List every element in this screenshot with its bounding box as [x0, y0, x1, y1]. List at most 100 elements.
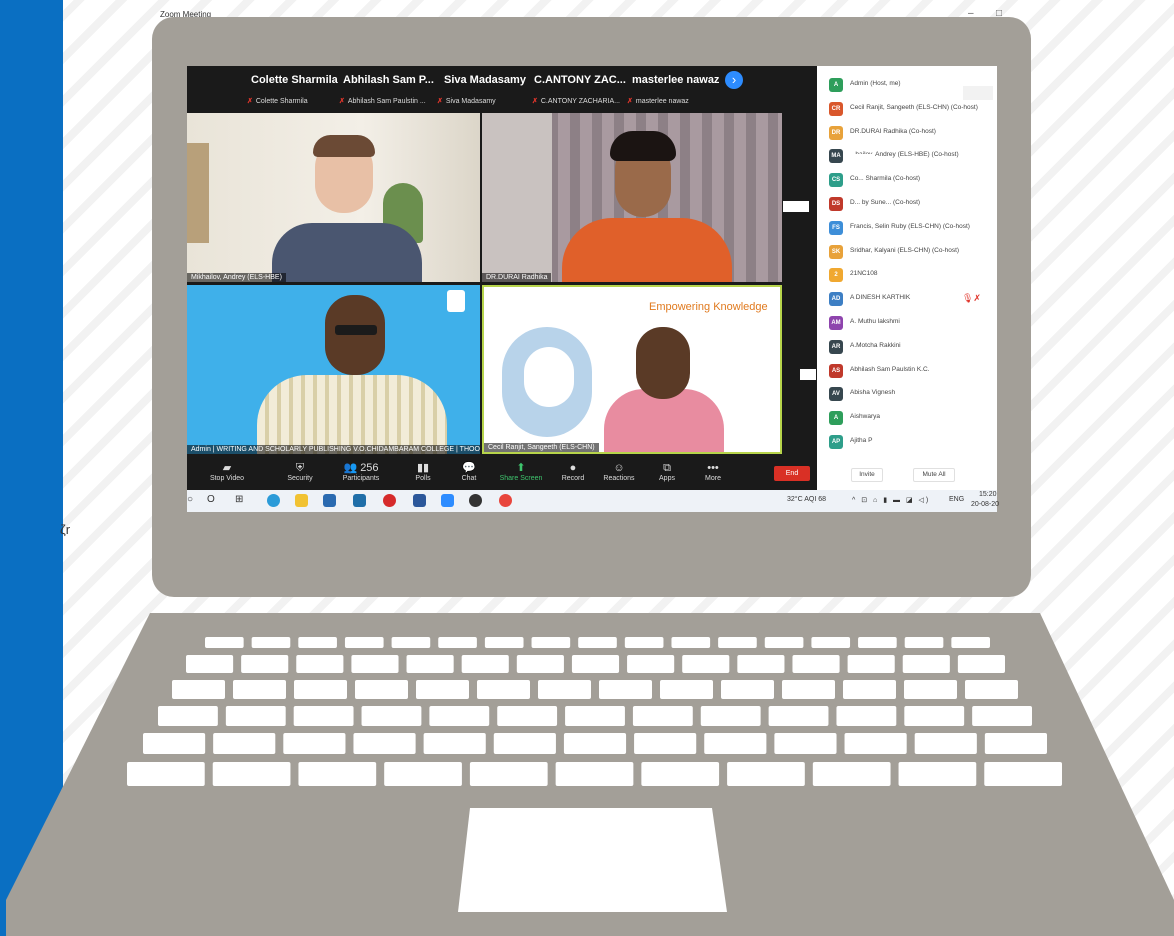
participant-row[interactable]: AV Abisha Vignesh — [829, 386, 994, 404]
video-tile-3[interactable]: Admin | WRITING AND SCHOLARLY PUBLISHING… — [187, 285, 480, 454]
tile-3-label: Admin | WRITING AND SCHOLARLY PUBLISHING… — [187, 445, 480, 454]
keyboard-key — [172, 680, 225, 699]
participant-row[interactable]: AR A.Motcha Rakkini — [829, 339, 994, 357]
participant-row[interactable]: AP Ajitha P — [829, 434, 994, 452]
participant-row[interactable]: AS Abhilash Sam Paulstin K.C. — [829, 363, 994, 381]
participant-row[interactable]: FS Francis, Selin Ruby (ELS-CHN) (Co-host… — [829, 220, 994, 238]
cortana-icon[interactable]: O — [207, 494, 220, 507]
participant-row[interactable]: SK Sridhar, Kalyani (ELS-CHN) (Co-host) — [829, 244, 994, 262]
mail-icon[interactable] — [323, 494, 336, 507]
keyboard-key — [353, 733, 416, 754]
gallery-name-3[interactable]: Siva Madasamy — [444, 74, 526, 86]
video-tile-2[interactable]: DR.DURAI Radhika — [482, 113, 782, 282]
redaction — [783, 201, 809, 212]
avatar: AD — [829, 292, 843, 307]
record-button[interactable]: ● Record — [549, 461, 597, 482]
keyboard-key — [682, 655, 730, 673]
polls-button[interactable]: ▮▮ Polls — [399, 461, 447, 482]
keyboard-key — [858, 637, 897, 648]
invite-button[interactable]: Invite — [851, 468, 883, 482]
zoom-screen: Colette Sharmila Abhilash Sam P... Siva … — [187, 66, 817, 490]
keyboard-key — [283, 733, 346, 754]
participant-name: DR.DURAI Radhika (Co-host) — [850, 127, 936, 135]
mute-all-button[interactable]: Mute All — [913, 468, 955, 482]
participants-button[interactable]: 👥 256 Participants — [337, 461, 385, 482]
participant-row[interactable]: CR Cecil Ranjit, Sangeeth (ELS-CHN) (Co-h… — [829, 101, 994, 119]
keyboard-key — [902, 655, 950, 673]
keyboard-key — [497, 706, 558, 726]
keyboard-key — [565, 706, 625, 726]
chat-button[interactable]: 💬 Chat — [445, 461, 493, 482]
more-icon: ••• — [707, 462, 719, 474]
redaction — [849, 154, 875, 164]
reactions-button[interactable]: ☺ Reactions — [595, 461, 643, 482]
keyboard — [127, 637, 1062, 786]
keyboard-key — [774, 733, 837, 754]
keyboard-key — [516, 655, 564, 673]
avatar: MA — [829, 149, 843, 164]
glasses — [335, 325, 377, 335]
gallery-name-2[interactable]: Abhilash Sam P... — [343, 74, 434, 86]
participant-row[interactable]: CS Co... Sharmila (Co-host) — [829, 172, 994, 190]
chrome-icon[interactable] — [499, 494, 512, 507]
participant-name: Cecil Ranjit, Sangeeth (ELS-CHN) (Co-hos… — [850, 103, 978, 111]
weather-readout[interactable]: 32°C AQI 68 — [787, 496, 826, 503]
clock-time[interactable]: 15:20 — [979, 491, 997, 498]
participant-row[interactable]: A Aishwarya — [829, 410, 994, 428]
mic-muted-icon: ✗ — [339, 98, 345, 105]
gallery-sub-label: Abhilash Sam Paulstin ... — [347, 98, 426, 105]
video-tile-1[interactable]: Mikhailov, Andrey (ELS-HBE) — [187, 113, 480, 282]
avatar: A — [829, 411, 843, 426]
gallery-sub-label: Colette Sharmila — [255, 98, 308, 105]
keyboard-key — [538, 680, 591, 699]
app-icon[interactable] — [469, 494, 482, 507]
keyboard-key — [351, 655, 399, 673]
participant-row[interactable]: DS D... by Sune... (Co-host) — [829, 196, 994, 214]
record-icon: ● — [569, 462, 577, 474]
gallery-sub-2: ✗ Abhilash Sam Paulstin ... — [339, 97, 426, 105]
keyboard-key — [599, 680, 652, 699]
task-view-icon[interactable]: ⊞ — [235, 494, 248, 507]
store-icon[interactable] — [353, 494, 366, 507]
system-tray-icons[interactable]: ^ ⊡ ⌂ ▮ ▬ ◪ ◁) — [852, 496, 930, 504]
participant-row[interactable]: 2 21NC108 — [829, 267, 994, 285]
zoom-icon[interactable] — [441, 494, 454, 507]
opera-icon[interactable] — [383, 494, 396, 507]
keyboard-key — [212, 762, 291, 786]
video-tile-4-active-speaker[interactable]: Empowering Knowledge Cecil Ranjit, Sange… — [482, 285, 782, 454]
gallery-name-5[interactable]: masterlee nawaz — [632, 74, 719, 86]
edge-icon[interactable] — [267, 494, 280, 507]
touchpad — [458, 808, 727, 912]
gallery-name-1[interactable]: Colette Sharmila — [251, 74, 338, 86]
clock-date[interactable]: 20-08-20 — [971, 501, 999, 508]
keyboard-key — [233, 680, 286, 699]
file-explorer-icon[interactable] — [295, 494, 308, 507]
keyboard-key — [844, 733, 907, 754]
keyboard-key — [298, 762, 377, 786]
language-indicator[interactable]: ENG — [949, 496, 964, 503]
keyboard-key — [429, 706, 490, 726]
gallery-name-4[interactable]: C.ANTONY ZAC... — [534, 74, 626, 86]
participant-name: Ajitha P — [850, 437, 873, 444]
keyboard-key — [438, 637, 477, 648]
keyboard-key — [632, 706, 693, 726]
keyboard-key — [782, 680, 835, 699]
keyboard-key — [384, 762, 462, 786]
apps-button[interactable]: ⧉ Apps — [643, 461, 691, 482]
toolbar-label: Polls — [415, 475, 431, 482]
keyboard-key — [965, 680, 1018, 699]
avatar: AR — [829, 339, 843, 354]
end-meeting-button[interactable]: End — [774, 466, 810, 481]
keyboard-key — [493, 733, 556, 754]
next-page-button[interactable]: › — [725, 71, 743, 89]
stop-video-button[interactable]: ▰ Stop Video — [203, 461, 251, 482]
keyboard-key — [361, 706, 422, 726]
word-icon[interactable] — [413, 494, 426, 507]
search-icon[interactable]: ○ — [187, 494, 200, 507]
share-screen-button[interactable]: ⬆ Share Screen — [497, 461, 545, 482]
participant-row[interactable]: DR DR.DURAI Radhika (Co-host) — [829, 125, 994, 143]
more-button[interactable]: ••• More — [689, 461, 737, 482]
participant-row[interactable]: AM A. Muthu lakshmi — [829, 315, 994, 333]
security-button[interactable]: ⛨ Security — [276, 461, 324, 482]
keyboard-key — [571, 655, 620, 673]
